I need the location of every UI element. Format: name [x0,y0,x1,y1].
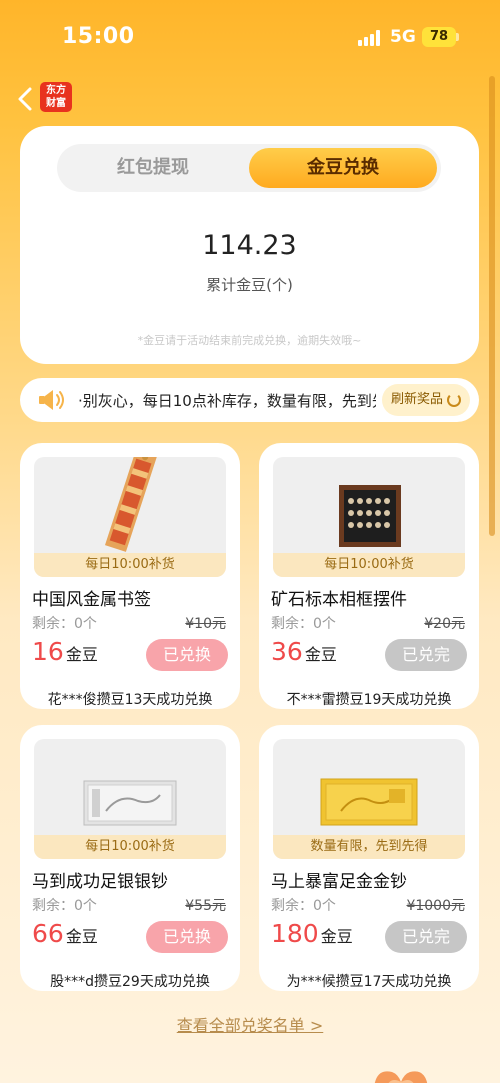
battery-tip [456,33,459,41]
speaker-icon [39,390,64,410]
app-logo: 东方 财富 [40,82,72,112]
view-all-winners-link[interactable]: 查看全部兑奖名单 > [0,1012,500,1036]
product-original-price: ¥10元 [185,616,226,632]
sold-out-button[interactable]: 已兑完 [385,639,467,671]
product-card[interactable]: 每日10:00补货 马到成功足银银钞 剩余：0个 ¥55元 66 金豆 已兑换 股… [20,725,240,991]
expiry-note: *金豆请于活动结束前完成兑换，逾期失效哦~ [137,334,362,347]
product-image: 每日10:00补货 [273,457,465,577]
product-original-price: ¥55元 [185,898,226,914]
sold-out-button[interactable]: 已兑完 [385,921,467,953]
notice-bar: ·别灰心，每日10点补库存，数量有限，先到先得 刷新奖品 [20,378,479,422]
limited-badge: 数量有限，先到先得 [273,835,465,859]
status-bar: 15:00 5G 78 [0,0,500,72]
restock-badge: 每日10:00补货 [34,835,226,859]
gift-ribbon-icon[interactable] [368,1060,434,1083]
tab-cash-withdraw[interactable]: 红包提现 [57,144,249,192]
price-value: 16 [32,637,64,666]
winner-text: 花***俊攒豆13天成功兑换 [47,692,213,708]
refresh-prizes-button[interactable]: 刷新奖品 [382,384,470,416]
network-type: 5G [390,27,416,47]
product-price: 66 金豆 [32,919,98,948]
price-value: 66 [32,919,64,948]
price-unit: 金豆 [65,645,98,664]
scrollbar-thumb[interactable] [489,76,495,536]
balance-card: 红包提现 金豆兑换 114.23 累计金豆(个) *金豆请于活动结束前完成兑换，… [20,126,479,364]
product-card[interactable]: 每日10:00补货 矿石标本相框摆件 剩余：0个 ¥20元 36 金豆 已兑完 不… [259,443,479,709]
price-unit: 金豆 [65,927,98,946]
refresh-label: 刷新奖品 [391,392,444,407]
exchanged-button[interactable]: 已兑换 [146,921,228,953]
back-button[interactable] [14,84,40,114]
product-original-price: ¥20元 [424,616,465,632]
segmented-control: 红包提现 金豆兑换 [57,144,441,192]
restock-badge: 每日10:00补货 [34,553,226,577]
chevron-left-icon [18,87,32,111]
product-stock: 剩余：0个 [271,616,336,632]
product-name: 矿石标本相框摆件 [271,590,407,610]
winner-text: 不***雷攒豆19天成功兑换 [286,692,452,708]
product-name: 马到成功足银银钞 [32,872,168,892]
product-price: 180 金豆 [271,919,353,948]
product-price: 16 金豆 [32,637,98,666]
bean-balance: 114.23 [202,230,297,261]
price-unit: 金豆 [320,927,353,946]
price-value: 180 [271,919,319,948]
product-card[interactable]: 每日10:00补货 中国风金属书签 剩余：0个 ¥10元 16 金豆 已兑换 花*… [20,443,240,709]
product-name: 马上暴富足金金钞 [271,872,407,892]
winner-text: 为***候攒豆17天成功兑换 [286,974,452,990]
product-image: 每日10:00补货 [34,739,226,859]
battery-icon: 78 [422,27,456,47]
winner-text: 股***d攒豆29天成功兑换 [50,974,210,990]
notice-text: ·别灰心，每日10点补库存，数量有限，先到先得 [78,392,376,410]
tab-bean-exchange[interactable]: 金豆兑换 [249,148,437,188]
refresh-icon [447,393,461,407]
product-image: 每日10:00补货 [34,457,226,577]
product-original-price: ¥1000元 [406,898,465,914]
product-stock: 剩余：0个 [271,898,336,914]
status-time: 15:00 [62,24,135,49]
bean-balance-label: 累计金豆(个) [206,276,293,294]
exchanged-button[interactable]: 已兑换 [146,639,228,671]
product-image: 数量有限，先到先得 [273,739,465,859]
product-name: 中国风金属书签 [32,590,151,610]
price-unit: 金豆 [304,645,337,664]
product-card[interactable]: 数量有限，先到先得 马上暴富足金金钞 剩余：0个 ¥1000元 180 金豆 已兑… [259,725,479,991]
restock-badge: 每日10:00补货 [273,553,465,577]
price-value: 36 [271,637,303,666]
product-stock: 剩余：0个 [32,616,97,632]
product-price: 36 金豆 [271,637,337,666]
cellular-signal-icon [358,30,384,46]
product-stock: 剩余：0个 [32,898,97,914]
